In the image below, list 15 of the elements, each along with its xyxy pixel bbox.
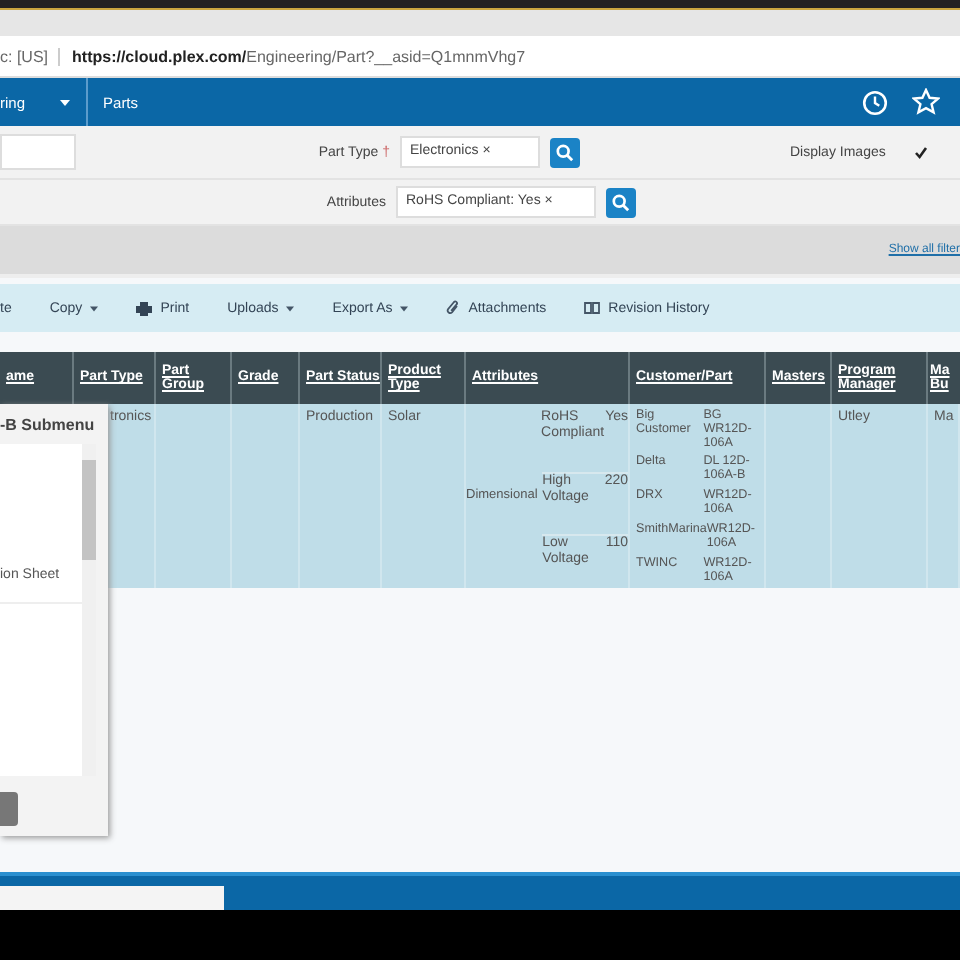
clock-icon[interactable] [862, 89, 888, 115]
search-button[interactable] [606, 187, 636, 217]
search-icon [612, 193, 630, 211]
book-icon [584, 302, 601, 314]
star-icon[interactable] [912, 88, 940, 116]
search-icon [556, 143, 574, 161]
search-button[interactable] [550, 137, 580, 167]
submenu-title: -B Submenu [0, 414, 97, 438]
submenu-button[interactable] [0, 791, 18, 825]
paperclip-icon [446, 300, 461, 316]
printer-icon [136, 301, 153, 315]
address-prefix: c: [US] [0, 47, 61, 65]
url-text[interactable]: https://cloud.plex.com/Engineering/Part?__asid=Q1mnmVhg7 [72, 47, 526, 65]
filter-field[interactable] [0, 134, 76, 170]
display-images-checkbox[interactable] [913, 144, 930, 160]
